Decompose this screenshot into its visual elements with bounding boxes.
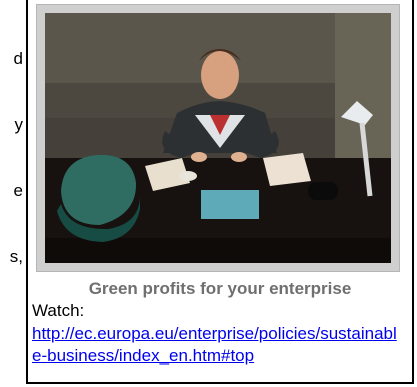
- thumbnail-illustration: [45, 13, 391, 263]
- left-text-line: e: [13, 181, 23, 200]
- left-text-line: s,: [9, 247, 23, 266]
- left-text-fragment: d y e s,: [0, 4, 23, 312]
- left-text-line: y: [14, 115, 24, 134]
- video-thumbnail[interactable]: [45, 13, 391, 263]
- watch-label: Watch:: [32, 301, 85, 320]
- media-card: Green profits for your enterprise Watch:…: [26, 0, 414, 384]
- caption: Green profits for your enterprise: [88, 279, 352, 298]
- photo-frame: [36, 4, 400, 272]
- page: d y e s, Green profits for your enterpri…: [0, 0, 417, 387]
- left-text-line: d: [13, 49, 23, 68]
- enterprise-link[interactable]: http://ec.europa.eu/enterprise/policies/…: [32, 323, 404, 367]
